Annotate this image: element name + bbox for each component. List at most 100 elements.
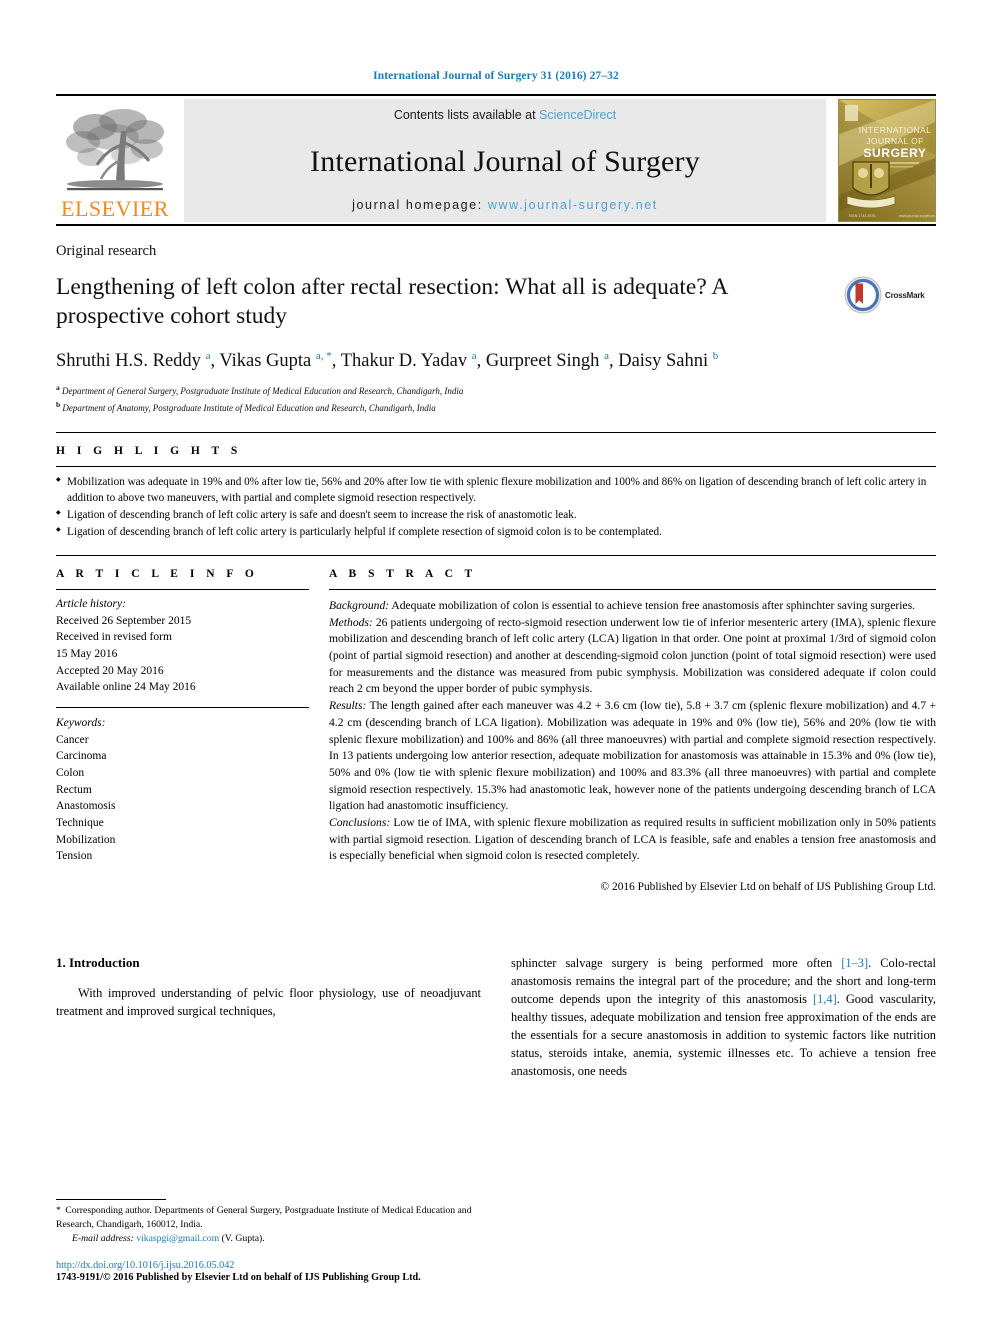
- svg-text:SURGERY: SURGERY: [863, 146, 926, 160]
- journal-homepage-link[interactable]: www.journal-surgery.net: [488, 198, 658, 212]
- keyword-item: Carcinoma: [56, 750, 107, 763]
- footnote-marker: *: [56, 1204, 61, 1216]
- history-item: Received 26 September 2015: [56, 614, 192, 627]
- keyword-item: Rectum: [56, 783, 92, 796]
- crossmark-icon: [844, 276, 882, 314]
- issn-copyright-line: 1743-9191/© 2016 Published by Elsevier L…: [56, 1272, 421, 1283]
- email-line: E-mail address: vikaspgi@gmail.com (V. G…: [56, 1232, 506, 1246]
- homepage-prefix: journal homepage:: [352, 198, 488, 212]
- keyword-item: Technique: [56, 817, 104, 830]
- abstract-section-results: Results: The length gained after each ma…: [329, 698, 936, 815]
- svg-text:INTERNATIONAL: INTERNATIONAL: [859, 125, 932, 135]
- intro-paragraph-left: With improved understanding of pelvic fl…: [56, 986, 481, 1018]
- affiliation-text: Department of Anatomy, Postgraduate Inst…: [62, 402, 436, 413]
- highlights-list: Mobilization was adequate in 19% and 0% …: [56, 467, 936, 541]
- title-row: Lengthening of left colon after rectal r…: [56, 273, 936, 331]
- contents-available-line: Contents lists available at ScienceDirec…: [394, 108, 616, 122]
- keyword-item: Anastomosis: [56, 800, 116, 813]
- body-column-right: sphincter salvage surgery is being perfo…: [511, 955, 936, 1081]
- footnote-rule: [56, 1198, 166, 1200]
- email-label: E-mail address:: [72, 1232, 134, 1244]
- citation-ref[interactable]: [1–3]: [841, 956, 868, 970]
- keyword-item: Cancer: [56, 733, 89, 746]
- history-item: Received in revised form: [56, 631, 172, 644]
- contents-prefix: Contents lists available at: [393, 108, 540, 122]
- svg-text:JOURNAL OF: JOURNAL OF: [866, 136, 924, 146]
- list-item: Ligation of descending branch of left co…: [56, 508, 936, 524]
- author-list: Shruthi H.S. Reddy a, Vikas Gupta a, *, …: [56, 350, 719, 372]
- history-item: 15 May 2016: [56, 648, 118, 661]
- abstract-heading: A B S T R A C T: [329, 568, 477, 580]
- masthead-center-panel: Contents lists available at ScienceDirec…: [184, 99, 826, 222]
- info-top-rule: [56, 555, 936, 556]
- list-item: Ligation of descending branch of left co…: [56, 525, 936, 541]
- abstract-label: Background:: [329, 599, 390, 612]
- crossmark-label: CrossMark: [885, 290, 925, 300]
- email-link[interactable]: vikaspgi@gmail.com: [136, 1233, 219, 1244]
- footnote-block: * Corresponding author. Departments of G…: [56, 1198, 506, 1283]
- info-abstract-row: A R T I C L E I N F O Article history: R…: [56, 568, 936, 893]
- affiliation-b: b Department of Anatomy, Postgraduate In…: [56, 399, 936, 416]
- doi-link[interactable]: http://dx.doi.org/10.1016/j.ijsu.2016.05…: [56, 1260, 506, 1271]
- abstract-label: Results:: [329, 699, 367, 713]
- affiliation-text: Department of General Surgery, Postgradu…: [62, 386, 464, 397]
- history-item: Accepted 20 May 2016: [56, 664, 164, 677]
- abstract-text: 26 patients undergoing of recto-sigmoid …: [329, 615, 936, 696]
- article-history-block: Article history: Received 26 September 2…: [56, 590, 309, 696]
- body-text: sphincter salvage surgery is being perfo…: [511, 956, 842, 970]
- keyword-item: Mobilization: [56, 833, 116, 846]
- history-item: Available online 24 May 2016: [56, 681, 196, 694]
- keywords-label: Keywords:: [56, 717, 106, 730]
- abstract-copyright: © 2016 Published by Elsevier Ltd on beha…: [600, 881, 936, 893]
- article-info-heading: A R T I C L E I N F O: [56, 568, 259, 580]
- masthead-top-rule: [56, 94, 936, 96]
- highlights-heading: H I G H L I G H T S: [56, 445, 242, 458]
- sciencedirect-link[interactable]: ScienceDirect: [539, 108, 616, 122]
- affiliations: a Department of General Surgery, Postgra…: [56, 382, 936, 415]
- affiliation-marker: a: [56, 383, 60, 393]
- abstract-section-methods: Methods: 26 patients undergoing of recto…: [329, 615, 936, 698]
- highlights-top-rule: [56, 432, 936, 434]
- crossmark-badge[interactable]: CrossMark: [844, 273, 936, 314]
- abstract-text: Adequate mobilization of colon is essent…: [389, 599, 915, 612]
- abstract-underline: [329, 589, 936, 590]
- journal-article-page: International Journal of Surgery 31 (201…: [0, 0, 992, 1323]
- body-columns: 1. Introduction With improved understand…: [56, 955, 936, 1081]
- citation-ref[interactable]: [1,4]: [813, 992, 837, 1006]
- affiliation-a: a Department of General Surgery, Postgra…: [56, 382, 936, 399]
- article-type: Original research: [56, 243, 157, 259]
- corresponding-author-text: Corresponding author. Departments of Gen…: [56, 1204, 472, 1230]
- journal-title: International Journal of Surgery: [310, 145, 700, 178]
- intro-paragraph-right: sphincter salvage surgery is being perfo…: [511, 955, 936, 1081]
- svg-text:ISSN 1743-9191: ISSN 1743-9191: [849, 214, 876, 218]
- article-info-column: A R T I C L E I N F O Article history: R…: [56, 568, 329, 893]
- abstract-body: Background: Adequate mobilization of col…: [329, 598, 936, 865]
- title-column: Lengthening of left colon after rectal r…: [56, 273, 844, 331]
- journal-masthead: ELSEVIER Contents lists available at Sci…: [56, 99, 936, 222]
- keyword-item: Tension: [56, 850, 93, 863]
- svg-text:www.journal-surgery.net: www.journal-surgery.net: [899, 214, 935, 218]
- article-history-label: Article history:: [56, 598, 126, 610]
- page-title: Lengthening of left colon after rectal r…: [56, 274, 728, 330]
- elsevier-logo[interactable]: ELSEVIER: [56, 99, 174, 222]
- email-suffix: (V. Gupta).: [219, 1232, 265, 1244]
- abstract-section-background: Background: Adequate mobilization of col…: [329, 598, 936, 615]
- abstract-label: Methods:: [329, 615, 373, 629]
- abstract-text: The length gained after each maneuver wa…: [329, 699, 936, 813]
- body-column-left: 1. Introduction With improved understand…: [56, 955, 481, 1081]
- list-item: Mobilization was adequate in 19% and 0% …: [56, 475, 936, 507]
- abstract-section-conclusions: Conclusions: Low tie of IMA, with spleni…: [329, 815, 936, 865]
- affiliation-marker: b: [56, 399, 61, 409]
- abstract-text: Low tie of IMA, with splenic flexure mob…: [329, 815, 936, 863]
- journal-cover-art: INTERNATIONAL JOURNAL OF SURGERY ISSN 17…: [839, 100, 935, 221]
- journal-cover-thumbnail[interactable]: INTERNATIONAL JOURNAL OF SURGERY ISSN 17…: [838, 99, 936, 222]
- abstract-label: Conclusions:: [329, 815, 391, 829]
- elsevier-wordmark: ELSEVIER: [61, 196, 169, 221]
- keyword-item: Colon: [56, 767, 85, 780]
- elsevier-tree-icon: [66, 109, 164, 191]
- masthead-bottom-rule: [56, 224, 936, 226]
- keywords-block: Keywords: Cancer Carcinoma Colon Rectum …: [56, 715, 309, 865]
- keywords-rule: [56, 707, 309, 709]
- journal-homepage-line: journal homepage: www.journal-surgery.ne…: [352, 198, 658, 212]
- section-heading-introduction: 1. Introduction: [56, 955, 140, 970]
